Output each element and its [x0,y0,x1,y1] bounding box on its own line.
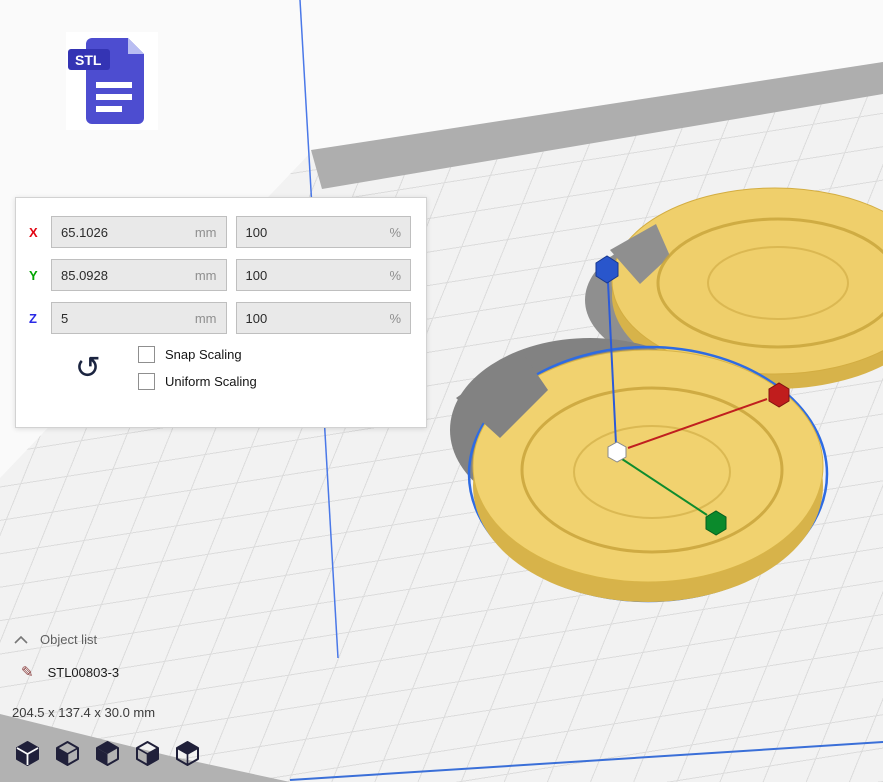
cube-top-face-icon[interactable] [174,740,201,767]
scale-x-mm-value: 65.1026 [61,225,108,240]
percent-unit-label: % [389,225,401,240]
scale-tool-panel: X 65.1026 mm 100 % Y 85.0928 mm 100 % Z [15,197,427,428]
object-name: STL00803-3 [48,665,120,680]
document-line [96,94,132,100]
scale-x-percent-field[interactable]: 100 % [236,216,412,248]
document-line [96,82,132,88]
scale-row-x: X 65.1026 mm 100 % [29,216,411,248]
object-list-item[interactable]: ✎ STL00803-3 [21,663,119,681]
mm-unit-label: mm [195,225,217,240]
cube-solid-icon[interactable] [14,740,41,767]
snap-scaling-checkbox-box[interactable] [138,346,155,363]
scale-row-y: Y 85.0928 mm 100 % [29,259,411,291]
scale-y-percent-field[interactable]: 100 % [236,259,412,291]
percent-unit-label: % [389,311,401,326]
object-list-header[interactable]: Object list [14,632,97,647]
axis-x-label: X [29,225,42,240]
scale-z-percent-field[interactable]: 100 % [236,302,412,334]
scale-x-mm-field[interactable]: 65.1026 mm [51,216,227,248]
cube-left-top-faces-icon[interactable] [94,740,121,767]
uniform-scaling-checkbox-box[interactable] [138,373,155,390]
plate-front-blue-edge [290,742,883,780]
3d-viewport[interactable]: STL X 65.1026 mm 100 % Y 85.0928 mm [0,0,883,782]
axis-z-label: Z [29,311,42,326]
scale-y-mm-value: 85.0928 [61,268,108,283]
cube-left-face-icon[interactable] [54,740,81,767]
axis-y-label: Y [29,268,42,283]
object-list-title: Object list [40,632,97,647]
mm-unit-label: mm [195,268,217,283]
model-dimensions: 204.5 x 137.4 x 30.0 mm [12,705,155,720]
view-mode-toolbar [14,740,201,767]
scale-z-percent-value: 100 [246,311,268,326]
document-line [96,106,122,112]
stl-badge-label: STL [75,52,102,68]
reset-scale-button[interactable]: ↺ [75,353,101,384]
uniform-scaling-label: Uniform Scaling [165,374,257,389]
percent-unit-label: % [389,268,401,283]
scale-z-mm-value: 5 [61,311,68,326]
snap-scaling-label: Snap Scaling [165,347,242,362]
mm-unit-label: mm [195,311,217,326]
pencil-icon: ✎ [21,663,34,681]
uniform-scaling-checkbox[interactable]: Uniform Scaling [138,373,257,390]
scale-row-z: Z 5 mm 100 % [29,302,411,334]
scale-z-mm-field[interactable]: 5 mm [51,302,227,334]
cube-right-face-icon[interactable] [134,740,161,767]
scale-handle-center[interactable] [608,442,626,462]
snap-scaling-checkbox[interactable]: Snap Scaling [138,346,257,363]
scale-x-percent-value: 100 [246,225,268,240]
scale-y-percent-value: 100 [246,268,268,283]
plate-back-edge [311,62,883,189]
chevron-up-icon [14,636,28,644]
scale-y-mm-field[interactable]: 85.0928 mm [51,259,227,291]
stl-file-icon[interactable]: STL [66,32,158,135]
